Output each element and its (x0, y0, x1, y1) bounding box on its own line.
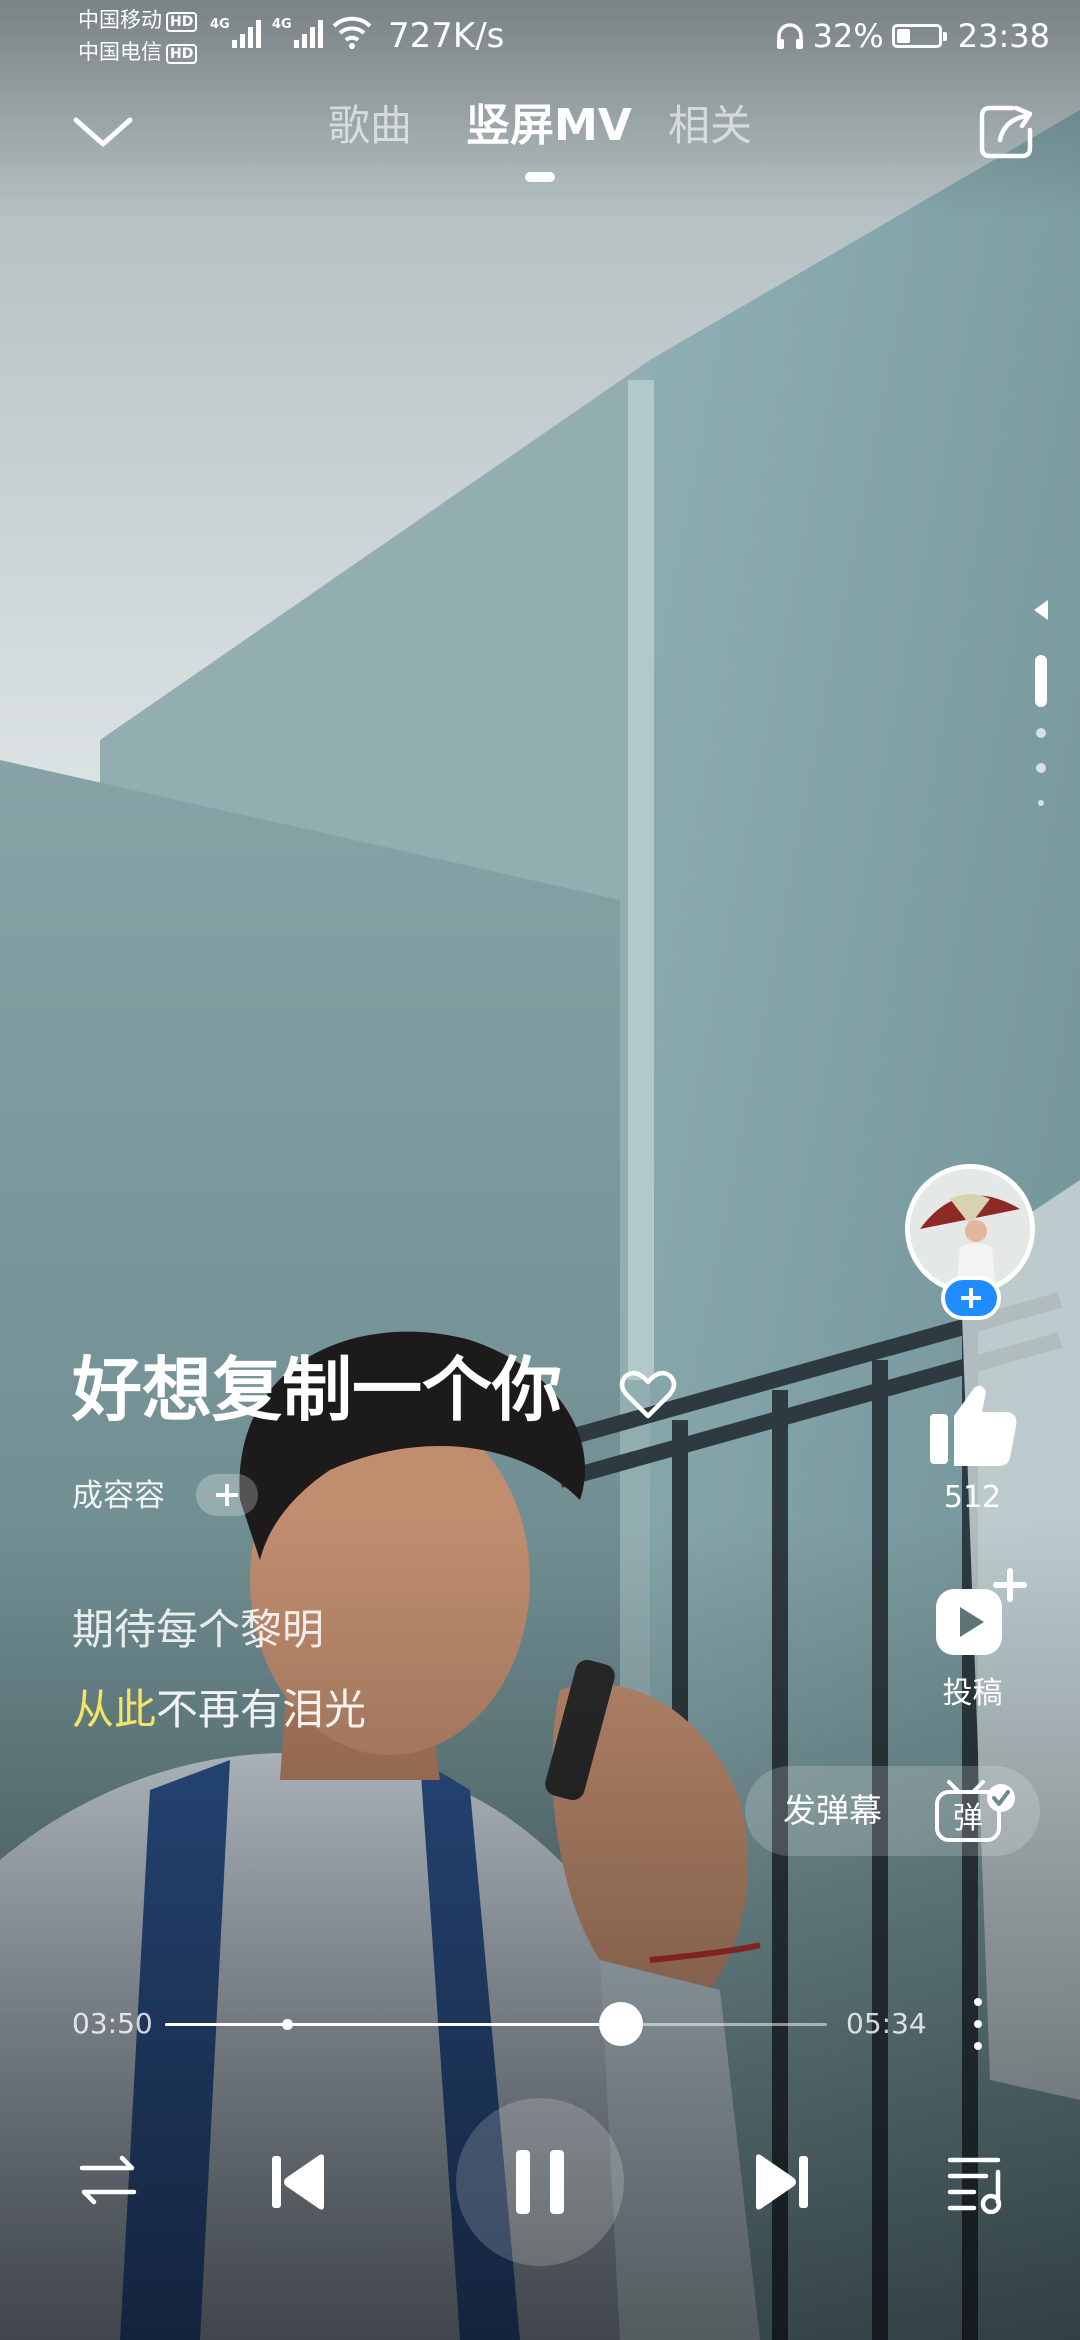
pager-arrow-icon[interactable] (1034, 600, 1048, 620)
tab-vertical-mv[interactable]: 竖屏MV (466, 96, 632, 156)
tab-related[interactable]: 相关 (668, 96, 752, 156)
progress-bar[interactable] (165, 2002, 827, 2046)
play-pause-button[interactable] (456, 2098, 624, 2266)
carrier-1: 中国移动 HD (78, 8, 198, 32)
artist-avatar[interactable] (905, 1164, 1035, 1294)
pager-dot (1036, 728, 1046, 738)
more-options-icon[interactable] (966, 1994, 990, 2054)
skip-next-icon[interactable] (752, 2150, 812, 2214)
signal-1-icon: 4G (210, 17, 261, 48)
like-count: 512 (943, 1480, 1002, 1515)
status-bar: 中国移动 HD 中国电信 HD 4G 4G 727K/s 32% 23:38 (0, 0, 1080, 74)
artist-name[interactable]: 成容容 (72, 1474, 165, 1518)
send-danmaku-button[interactable]: 发弹幕 弹 (745, 1766, 1040, 1856)
thumbs-up-icon[interactable] (924, 1380, 1020, 1470)
follow-artist-button[interactable] (941, 1276, 1001, 1320)
headphones-icon (776, 23, 803, 49)
battery-icon (891, 24, 947, 48)
lyric-unsung-part: 不再有泪光 (156, 1685, 367, 1734)
lyric-line-previous: 期待每个黎明 (72, 1605, 325, 1654)
current-time: 03:50 (72, 2007, 153, 2040)
clock: 23:38 (957, 17, 1050, 55)
hd-badge-2: HD (166, 44, 198, 64)
share-icon[interactable] (976, 102, 1036, 162)
progress-thumb[interactable] (598, 2002, 643, 2046)
progress-marker (282, 2019, 293, 2030)
mv-video-frame[interactable] (0, 0, 1080, 2340)
playlist-icon[interactable] (946, 2150, 1008, 2214)
song-title: 好想复制一个你 (72, 1349, 562, 1431)
tab-song[interactable]: 歌曲 (328, 96, 412, 156)
signal-2-icon: 4G (272, 17, 323, 48)
network-type-2: 4G (272, 17, 292, 32)
skip-previous-icon[interactable] (268, 2150, 328, 2214)
danmaku-icon-text: 弹 (953, 1801, 983, 1836)
upload-video-icon[interactable] (930, 1565, 1030, 1665)
nav-tabs: 歌曲 竖屏MV 相关 (0, 96, 1080, 176)
lyric-line-current: 从此不再有泪光 (72, 1680, 366, 1740)
pager-current (1035, 655, 1047, 707)
repeat-icon[interactable] (78, 2150, 138, 2210)
wifi-icon (332, 16, 372, 49)
pager-dot (1038, 800, 1044, 806)
avatar-image (910, 1169, 1030, 1289)
progress-fill (165, 2023, 621, 2026)
network-type-1: 4G (210, 17, 230, 32)
heart-icon[interactable] (618, 1366, 678, 1422)
status-right: 32% 23:38 (775, 14, 1050, 58)
danmaku-toggle-icon[interactable]: 弹 (933, 1778, 1017, 1846)
lyric-sung-part: 从此 (72, 1685, 157, 1734)
battery-percent: 32% (812, 17, 884, 55)
net-speed: 727K/s (388, 16, 505, 56)
danmaku-label: 发弹幕 (783, 1791, 882, 1830)
active-tab-indicator (525, 172, 555, 182)
total-time: 05:34 (846, 2007, 927, 2040)
artist-follow-button[interactable] (196, 1474, 258, 1516)
pause-icon (516, 2150, 564, 2214)
upload-label[interactable]: 投稿 (900, 1668, 1045, 1712)
pager-dot (1036, 763, 1046, 773)
hd-badge-1: HD (166, 12, 198, 32)
carrier-2: 中国电信 HD (78, 40, 198, 64)
